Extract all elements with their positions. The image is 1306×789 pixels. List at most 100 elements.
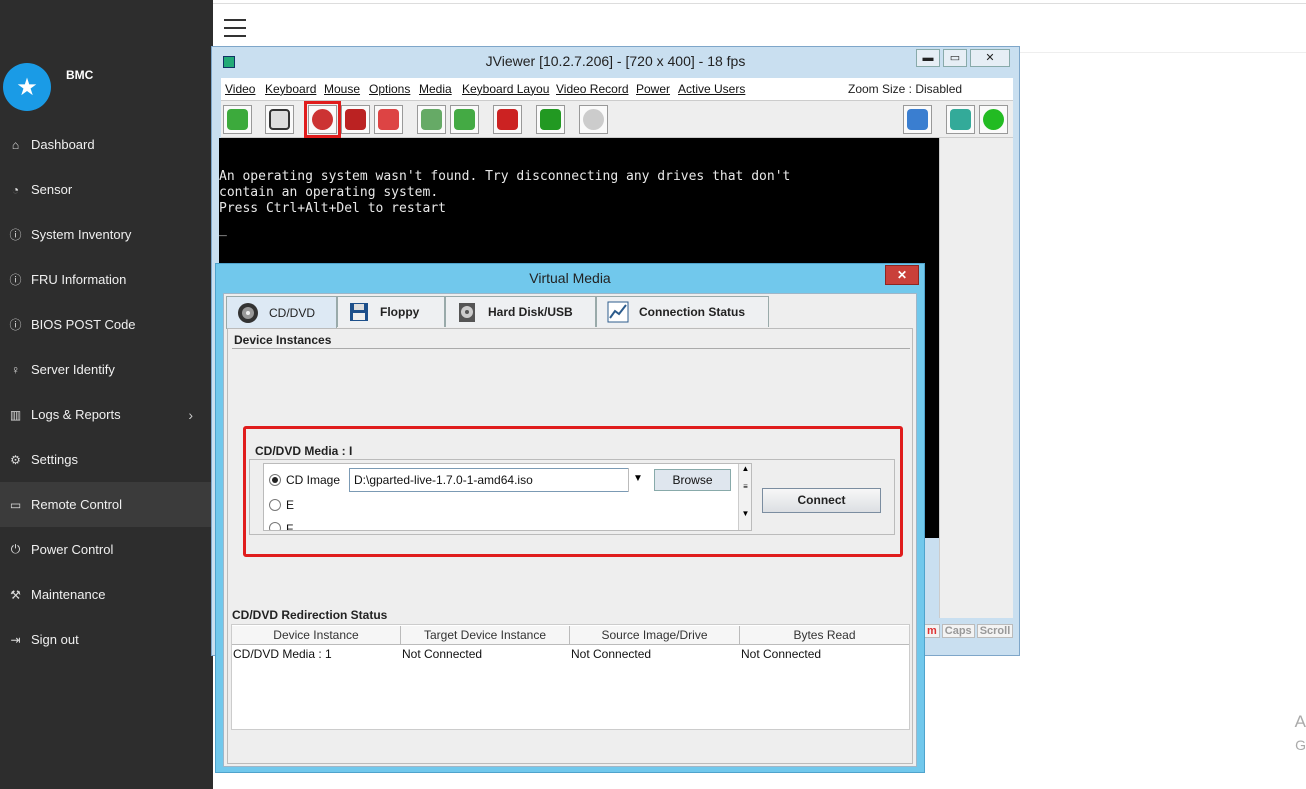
fullscreen-icon[interactable] bbox=[265, 105, 294, 134]
edge-text-g: G bbox=[1295, 737, 1306, 753]
star-icon[interactable]: ★ bbox=[3, 63, 51, 111]
table-header: Bytes Read bbox=[740, 626, 909, 645]
close-button[interactable]: ✕ bbox=[970, 49, 1010, 67]
table-cell: Not Connected bbox=[741, 647, 822, 661]
sidebar-item-label: FRU Information bbox=[31, 272, 127, 287]
console-empty-area bbox=[939, 138, 1013, 618]
tab-label: Floppy bbox=[380, 305, 420, 319]
tab-label: CD/DVD bbox=[269, 306, 316, 320]
sidebar-item-server-identify[interactable]: ♀ Server Identify bbox=[0, 347, 213, 392]
video-record-icon[interactable] bbox=[493, 105, 522, 134]
floppy-media-icon[interactable] bbox=[341, 105, 370, 134]
hard-disk-media-icon[interactable] bbox=[374, 105, 403, 134]
floppy-icon bbox=[350, 303, 368, 321]
power-icon: ⏻ bbox=[10, 542, 21, 556]
pause-video-icon[interactable] bbox=[223, 105, 252, 134]
hamburger-menu-icon[interactable] bbox=[224, 19, 246, 37]
console-line: An operating system wasn't found. Try di… bbox=[219, 169, 791, 184]
sidebar-item-sensor[interactable]: ◔ Sensor bbox=[0, 167, 213, 212]
menu-media[interactable]: Media bbox=[419, 82, 452, 96]
power-icon[interactable] bbox=[979, 105, 1008, 134]
table-cell: CD/DVD Media : 1 bbox=[233, 647, 332, 661]
tab-label: Connection Status bbox=[639, 305, 746, 319]
tab-cd-dvd[interactable]: CD/DVD bbox=[226, 296, 337, 329]
menu-keyboard[interactable]: Keyboard bbox=[265, 82, 316, 96]
sidebar-item-bios-post-code[interactable]: ⓘ BIOS POST Code bbox=[0, 302, 213, 347]
info-icon: ⓘ bbox=[9, 273, 22, 287]
sidebar-item-label: BIOS POST Code bbox=[31, 317, 136, 332]
sidebar-item-dashboard[interactable]: ⌂ Dashboard bbox=[0, 122, 213, 167]
brand-name: BMC bbox=[66, 68, 94, 82]
sidebar-item-label: Sign out bbox=[31, 632, 79, 647]
gauge-icon: ◔ bbox=[11, 182, 20, 197]
edge-text-a: A bbox=[1294, 712, 1306, 731]
sidebar-item-maintenance[interactable]: ⚒ Maintenance bbox=[0, 572, 213, 617]
redirection-status-table: Device Instance Target Device Instance S… bbox=[231, 624, 910, 730]
tab-hard-disk-usb[interactable]: Hard Disk/USB bbox=[445, 296, 596, 327]
sidebar-item-power-control[interactable]: ⏻ Power Control bbox=[0, 527, 213, 572]
jviewer-menubar: Video Keyboard Mouse Options Media Keybo… bbox=[221, 78, 1013, 100]
gear-icon: ⚙ bbox=[10, 452, 21, 467]
minimize-button[interactable]: ▬ bbox=[916, 49, 940, 67]
cd-image-radio[interactable] bbox=[269, 474, 281, 486]
tab-floppy[interactable]: Floppy bbox=[337, 296, 445, 327]
sidebar-item-remote-control[interactable]: ▭ Remote Control bbox=[0, 482, 213, 527]
menu-video-record[interactable]: Video Record bbox=[556, 82, 631, 96]
home-icon: ⌂ bbox=[11, 137, 20, 152]
menu-options[interactable]: Options bbox=[369, 82, 410, 96]
console-cursor: _ bbox=[219, 222, 227, 237]
menu-active-users[interactable]: Active Users bbox=[678, 82, 745, 96]
cd-dvd-media-icon[interactable] bbox=[304, 101, 341, 138]
chevron-right-icon[interactable]: › bbox=[188, 407, 193, 423]
active-users-icon[interactable] bbox=[903, 105, 932, 134]
maximize-button[interactable]: ▭ bbox=[943, 49, 967, 67]
sidebar-item-logs-reports[interactable]: ▥ Logs & Reports › bbox=[0, 392, 213, 437]
console-line: Press Ctrl+Alt+Del to restart bbox=[219, 201, 446, 216]
hotkeys-icon[interactable] bbox=[536, 105, 565, 134]
sidebar-item-label: System Inventory bbox=[31, 227, 132, 242]
tab-connection-status[interactable]: Connection Status bbox=[596, 296, 769, 327]
status-caps-lock: Caps bbox=[941, 624, 975, 638]
zoom-icon[interactable] bbox=[579, 105, 608, 134]
sidebar-item-settings[interactable]: ⚙ Settings bbox=[0, 437, 213, 482]
keyboard-icon[interactable] bbox=[450, 105, 479, 134]
sign-out-icon: ⇥ bbox=[10, 632, 21, 647]
tab-label: Hard Disk/USB bbox=[488, 305, 573, 319]
chevron-down-icon[interactable]: ▼ bbox=[628, 468, 647, 492]
sidebar-item-label: Logs & Reports bbox=[31, 407, 121, 422]
host-display-icon[interactable] bbox=[946, 105, 975, 134]
menu-video[interactable]: Video bbox=[225, 82, 255, 96]
connect-button[interactable]: Connect bbox=[762, 488, 881, 513]
image-path-field[interactable]: D:\gparted-live-1.7.0-1-amd64.iso bbox=[349, 468, 647, 492]
menu-power[interactable]: Power bbox=[636, 82, 670, 96]
media-list-scrollbar[interactable]: ▲ ≡ ▼ bbox=[738, 464, 751, 530]
cd-image-label: CD Image bbox=[286, 473, 341, 487]
sidebar-item-sign-out[interactable]: ⇥ Sign out bbox=[0, 617, 213, 662]
drive-e-label: E bbox=[286, 498, 295, 512]
info-icon: ⓘ bbox=[9, 228, 22, 242]
browse-button[interactable]: Browse bbox=[654, 469, 731, 491]
wrench-icon: ⚒ bbox=[10, 587, 21, 602]
cd-dvd-media-panel: CD Image D:\gparted-live-1.7.0-1-amd64.i… bbox=[249, 459, 895, 535]
status-scroll-lock: Scroll bbox=[976, 624, 1014, 638]
zoom-size-label: Zoom Size : Disabled bbox=[848, 82, 963, 96]
table-header: Target Device Instance bbox=[401, 626, 570, 645]
menu-keyboard-layout[interactable]: Keyboard Layou bbox=[462, 82, 551, 96]
info-icon: ⓘ bbox=[9, 318, 22, 332]
table-cell: Not Connected bbox=[571, 647, 652, 661]
sidebar-item-label: Maintenance bbox=[31, 587, 106, 602]
hard-disk-icon bbox=[459, 303, 475, 322]
drive-f-radio[interactable] bbox=[269, 522, 281, 530]
line-chart-icon bbox=[607, 301, 629, 323]
sidebar-item-label: Server Identify bbox=[31, 362, 115, 377]
section-divider bbox=[232, 348, 910, 349]
console-line: contain an operating system. bbox=[219, 185, 439, 200]
menu-mouse[interactable]: Mouse bbox=[324, 82, 360, 96]
sidebar-item-fru-information[interactable]: ⓘ FRU Information bbox=[0, 257, 213, 302]
sidebar-item-system-inventory[interactable]: ⓘ System Inventory bbox=[0, 212, 213, 257]
jviewer-titlebar[interactable]: JViewer [10.2.7.206] - [720 x 400] - 18 … bbox=[212, 47, 1019, 75]
drive-e-radio[interactable] bbox=[269, 499, 281, 511]
close-icon[interactable]: ✕ bbox=[885, 265, 919, 285]
mouse-icon[interactable] bbox=[417, 105, 446, 134]
keyboard-status-bar: m Caps Scroll bbox=[924, 624, 1015, 638]
